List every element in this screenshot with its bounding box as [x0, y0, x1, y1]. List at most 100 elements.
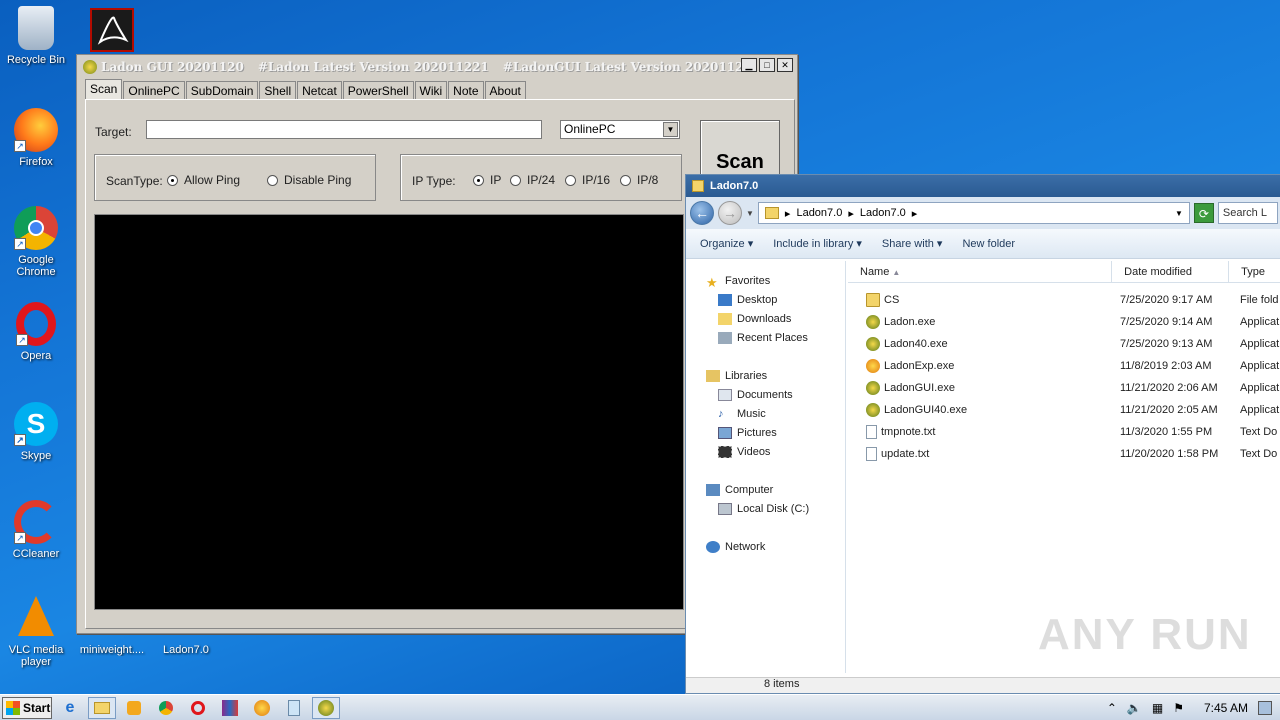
- tab-shell[interactable]: Shell: [259, 81, 297, 99]
- tab-scan[interactable]: Scan: [85, 79, 123, 99]
- nav-music[interactable]: ♪ Music: [718, 408, 766, 420]
- file-row[interactable]: update.txt 11/20/2020 1:58 PM Text Do: [848, 445, 1280, 463]
- file-name-cell[interactable]: LadonGUI.exe: [848, 381, 1120, 395]
- recent-pages-chevron-icon[interactable]: ▼: [746, 209, 754, 218]
- nav-downloads[interactable]: Downloads: [718, 313, 791, 325]
- file-row[interactable]: LadonExp.exe 11/8/2019 2:03 AM Applicat: [848, 357, 1280, 375]
- file-row[interactable]: Ladon40.exe 7/25/2020 9:13 AM Applicat: [848, 335, 1280, 353]
- radio-ip24[interactable]: IP/24: [510, 173, 555, 187]
- chrome-taskbar-icon[interactable]: [152, 697, 180, 719]
- breadcrumb-sep-icon[interactable]: ▸: [912, 207, 918, 220]
- explorer-titlebar[interactable]: Ladon7.0: [686, 175, 1280, 197]
- radio-ip8[interactable]: IP/8: [620, 173, 658, 187]
- radio-ip[interactable]: IP: [473, 173, 501, 187]
- desktop-icon-ladon-folder[interactable]: Ladon7.0: [150, 644, 222, 656]
- radio-ip16[interactable]: IP/16: [565, 173, 610, 187]
- tab-netcat[interactable]: Netcat: [297, 81, 342, 99]
- tab-note[interactable]: Note: [448, 81, 484, 99]
- file-row[interactable]: LadonGUI40.exe 11/21/2020 2:05 AM Applicat: [848, 401, 1280, 419]
- breadcrumb-sep-icon[interactable]: ▸: [785, 207, 791, 220]
- winrar-taskbar-icon[interactable]: [216, 697, 244, 719]
- file-name-cell[interactable]: CS: [848, 293, 1120, 307]
- close-button[interactable]: ✕: [777, 58, 793, 72]
- radio-dot[interactable]: [565, 174, 576, 186]
- file-name-cell[interactable]: tmpnote.txt: [848, 425, 1120, 439]
- radio-dot[interactable]: [167, 174, 178, 186]
- column-type[interactable]: Type: [1229, 261, 1280, 282]
- desktop-icon-skype[interactable]: S ↗ Skype: [0, 402, 72, 462]
- file-name-cell[interactable]: Ladon.exe: [848, 315, 1120, 329]
- file-name-cell[interactable]: Ladon40.exe: [848, 337, 1120, 351]
- maximize-button[interactable]: □: [759, 58, 775, 72]
- nav-desktop[interactable]: Desktop: [718, 294, 777, 306]
- nav-pictures[interactable]: Pictures: [718, 427, 777, 439]
- file-row[interactable]: CS 7/25/2020 9:17 AM File fold: [848, 291, 1280, 309]
- desktop-icon-miniweight[interactable]: miniweight....: [74, 644, 150, 656]
- clock[interactable]: 7:45 AM: [1204, 701, 1248, 715]
- radio-dot[interactable]: [620, 174, 631, 186]
- nav-favorites[interactable]: ★ Favorites: [706, 275, 770, 290]
- action-center-flag-icon[interactable]: ⚑: [1173, 701, 1184, 715]
- media-player-taskbar-icon[interactable]: [120, 697, 148, 719]
- notepad-taskbar-icon[interactable]: [280, 697, 308, 719]
- ladonexp-taskbar-icon[interactable]: [248, 697, 276, 719]
- show-desktop-icon[interactable]: [1258, 701, 1272, 715]
- start-button[interactable]: Start: [2, 696, 52, 719]
- module-select[interactable]: OnlinePC ▼: [560, 120, 680, 139]
- file-row[interactable]: Ladon.exe 7/25/2020 9:14 AM Applicat: [848, 313, 1280, 331]
- radio-dot[interactable]: [267, 174, 278, 186]
- breadcrumb-item[interactable]: Ladon7.0: [860, 207, 906, 219]
- radio-disable-ping[interactable]: Disable Ping: [267, 173, 351, 187]
- nav-libraries[interactable]: Libraries: [706, 370, 767, 382]
- nav-network[interactable]: Network: [706, 541, 765, 553]
- address-box[interactable]: ▸ Ladon7.0 ▸ Ladon7.0 ▸ ▼: [757, 202, 1190, 224]
- column-name[interactable]: Name ▲: [848, 261, 1113, 282]
- back-button[interactable]: ←: [690, 201, 714, 225]
- desktop-icon-vlc[interactable]: VLC media player: [0, 596, 72, 668]
- forward-button[interactable]: →: [718, 201, 742, 225]
- desktop-icon-firefox[interactable]: ↗ Firefox: [0, 108, 72, 168]
- radio-dot[interactable]: [510, 174, 521, 186]
- breadcrumb-item[interactable]: Ladon7.0: [796, 207, 842, 219]
- tab-powershell[interactable]: PowerShell: [342, 81, 414, 99]
- file-name-cell[interactable]: update.txt: [848, 447, 1120, 461]
- share-with-button[interactable]: Share with ▾: [882, 237, 943, 250]
- tab-about[interactable]: About: [484, 81, 526, 99]
- tab-onlinepc[interactable]: OnlinePC: [123, 81, 185, 99]
- nav-computer[interactable]: Computer: [706, 484, 773, 496]
- ladon-titlebar[interactable]: Ladon GUI 20201120 #Ladon Latest Version…: [77, 55, 797, 79]
- column-date-modified[interactable]: Date modified: [1112, 261, 1230, 282]
- file-row[interactable]: LadonGUI.exe 11/21/2020 2:06 AM Applicat: [848, 379, 1280, 397]
- tab-wiki[interactable]: Wiki: [414, 81, 448, 99]
- desktop-icon-opera[interactable]: ↗ Opera: [0, 302, 72, 362]
- nav-recent-places[interactable]: Recent Places: [718, 332, 808, 344]
- network-tray-icon[interactable]: ▦: [1152, 701, 1163, 715]
- chevron-down-icon[interactable]: ▼: [663, 122, 678, 137]
- radio-allow-ping[interactable]: Allow Ping: [167, 173, 240, 187]
- desktop-icon-recycle-bin[interactable]: Recycle Bin: [0, 6, 72, 66]
- breadcrumb-sep-icon[interactable]: ▸: [848, 207, 854, 220]
- tray-expand-icon[interactable]: ⌃: [1107, 701, 1117, 715]
- file-row[interactable]: tmpnote.txt 11/3/2020 1:55 PM Text Do: [848, 423, 1280, 441]
- nav-videos[interactable]: Videos: [718, 446, 770, 458]
- tab-subdomain[interactable]: SubDomain: [185, 81, 259, 99]
- nav-local-disk[interactable]: Local Disk (C:): [718, 503, 809, 515]
- radio-dot[interactable]: [473, 174, 484, 186]
- minimize-button[interactable]: ▁: [741, 58, 757, 72]
- refresh-icon[interactable]: ⟳: [1193, 203, 1214, 223]
- desktop-icon-ccleaner[interactable]: ↗ CCleaner: [0, 500, 72, 560]
- file-name-cell[interactable]: LadonExp.exe: [848, 359, 1120, 373]
- output-console[interactable]: [94, 214, 684, 610]
- ladon-taskbar-icon[interactable]: [312, 696, 340, 719]
- organize-button[interactable]: Organize ▾: [700, 237, 753, 250]
- desktop-icon-chrome[interactable]: ↗ Google Chrome: [0, 206, 72, 278]
- new-folder-button[interactable]: New folder: [962, 238, 1015, 250]
- nav-documents[interactable]: Documents: [718, 389, 793, 401]
- explorer-taskbar-icon[interactable]: [88, 696, 116, 719]
- ie-taskbar-icon[interactable]: e: [56, 697, 84, 719]
- volume-icon[interactable]: 🔈: [1127, 701, 1142, 715]
- opera-taskbar-icon[interactable]: [184, 697, 212, 719]
- acrobat-shortcut-icon[interactable]: [90, 8, 134, 52]
- include-in-library-button[interactable]: Include in library ▾: [773, 237, 862, 250]
- file-name-cell[interactable]: LadonGUI40.exe: [848, 403, 1120, 417]
